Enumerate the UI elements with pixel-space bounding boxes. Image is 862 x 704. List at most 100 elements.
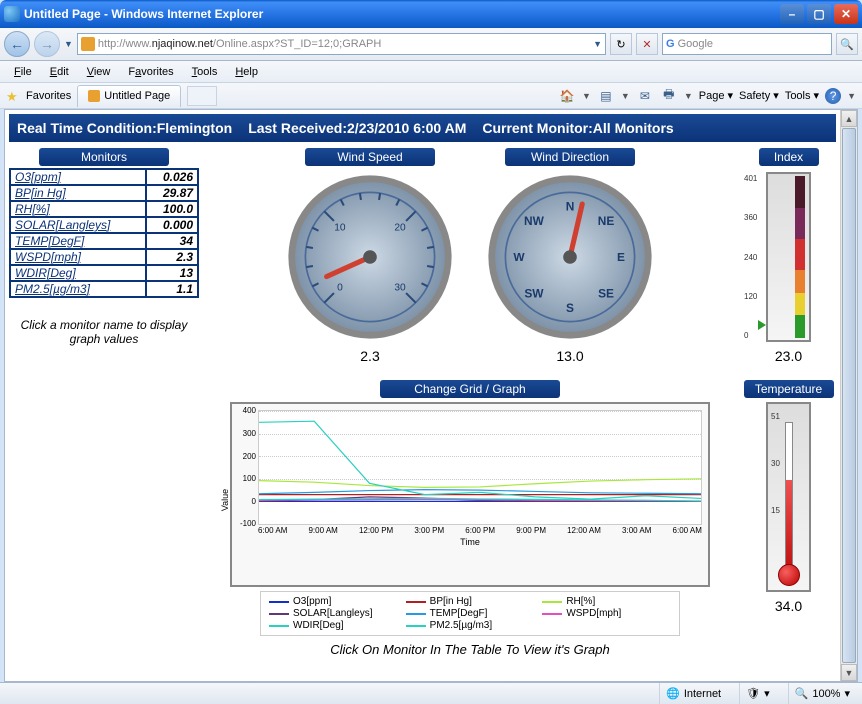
monitor-name-link[interactable]: RH[%] [10,201,146,217]
monitor-name-link[interactable]: BP[in Hg] [10,185,146,201]
menu-view[interactable]: View [79,64,119,80]
scroll-down-button[interactable]: ▼ [841,664,857,681]
monitor-value: 1.1 [146,281,198,297]
statusbar: 🌐 Internet 🛡▾ 🔍 100% ▾ [0,682,862,704]
menu-edit[interactable]: Edit [42,64,77,80]
mail-icon[interactable]: ✉ [636,87,654,105]
forward-button[interactable]: → [34,31,60,57]
monitor-value: 0.000 [146,217,198,233]
help-icon[interactable]: ? [825,88,841,104]
monitors-hint: Click a monitor name to display graph va… [9,318,199,346]
legend-item: SOLAR[Langleys] [269,608,398,619]
menu-file[interactable]: File [6,64,40,80]
table-row: PM2.5[µg/m3]1.1 [10,281,198,297]
navbar: ← → ▼ http://www.njaqinow.net/Online.asp… [0,28,862,61]
maximize-button[interactable]: ▢ [807,4,831,24]
wind-speed-gauge: 0102030 [285,172,455,342]
index-value: 23.0 [775,348,802,364]
menu-help[interactable]: Help [227,64,266,80]
minimize-button[interactable]: – [780,4,804,24]
wind-speed-header: Wind Speed [305,148,435,166]
zoom-control[interactable]: 🔍 100% ▾ [788,683,856,704]
menu-tools[interactable]: Tools [184,64,226,80]
refresh-button[interactable]: ↻ [610,33,632,55]
search-bar[interactable]: G Google [662,33,832,55]
tab-favicon [88,90,100,102]
vertical-scrollbar[interactable]: ▲ ▼ [840,110,857,681]
temp-value: 34.0 [775,598,802,614]
site-favicon [81,37,95,51]
search-placeholder: Google [678,38,713,50]
svg-text:S: S [566,301,574,315]
back-button[interactable]: ← [4,31,30,57]
svg-text:W: W [513,250,525,264]
monitor-name-link[interactable]: SOLAR[Langleys] [10,217,146,233]
x-axis-label: Time [238,537,702,547]
wind-dir-header: Wind Direction [505,148,635,166]
home-icon[interactable]: 🏠 [558,87,576,105]
svg-text:NW: NW [524,214,545,228]
monitor-value: 13 [146,265,198,281]
address-bar[interactable]: http://www.njaqinow.net/Online.aspx?ST_I… [77,33,606,55]
google-icon: G [666,38,675,50]
monitor-name-link[interactable]: O3[ppm] [10,169,146,185]
table-row: O3[ppm]0.026 [10,169,198,185]
legend-item: O3[ppm] [269,596,398,607]
scroll-up-button[interactable]: ▲ [841,110,857,127]
page-menu[interactable]: Page ▾ [699,89,733,102]
search-button[interactable]: 🔍 [836,33,858,55]
index-scale: 4013602401200 [766,172,811,342]
svg-text:SE: SE [598,286,614,300]
close-button[interactable]: ✕ [834,4,858,24]
zoom-icon: 🔍 [795,687,809,700]
favorites-star-icon[interactable]: ★ [6,89,20,103]
monitor-value: 2.3 [146,249,198,265]
tools-menu[interactable]: Tools ▾ [785,89,819,102]
legend-item: TEMP[DegF] [406,608,535,619]
favorites-label[interactable]: Favorites [26,90,71,102]
legend-item: WDIR[Deg] [269,620,398,631]
monitor-value: 100.0 [146,201,198,217]
chart-area: -1000100200300400 [258,410,702,525]
wind-dir-gauge: NNEESESSWWNW [485,172,655,342]
monitors-header: Monitors [39,148,169,166]
wind-speed-value: 2.3 [360,348,379,364]
titlebar: Untitled Page - Windows Internet Explore… [0,0,862,28]
monitor-name-link[interactable]: PM2.5[µg/m3] [10,281,146,297]
status-banner: Real Time Condition:Flemington Last Rece… [9,114,836,142]
safety-menu[interactable]: Safety ▾ [739,89,779,102]
table-row: TEMP[DegF]34 [10,233,198,249]
legend-item: BP[in Hg] [406,596,535,607]
stop-button[interactable]: ✕ [636,33,658,55]
x-ticks: 6:00 AM9:00 AM12:00 PM3:00 PM6:00 PM9:00… [258,526,702,535]
index-header: Index [759,148,819,166]
monitor-value: 0.026 [146,169,198,185]
feeds-icon[interactable]: ▤ [597,87,615,105]
internet-zone[interactable]: 🌐 Internet [659,683,727,704]
svg-text:E: E [617,250,625,264]
scroll-thumb[interactable] [842,128,856,663]
monitor-name-link[interactable]: WDIR[Deg] [10,265,146,281]
svg-text:N: N [566,199,575,213]
monitor-name-link[interactable]: WSPD[mph] [10,249,146,265]
legend-item: WSPD[mph] [542,608,671,619]
table-row: SOLAR[Langleys]0.000 [10,217,198,233]
graph-hint: Click On Monitor In The Table To View it… [330,642,609,657]
legend-item: PM2.5[µg/m3] [406,620,535,631]
print-icon[interactable]: 🖶 [660,87,678,105]
temp-header: Temperature [744,380,834,398]
y-axis-label: Value [220,488,230,510]
svg-text:30: 30 [394,282,406,293]
graph-header[interactable]: Change Grid / Graph [380,380,560,398]
monitor-value: 29.87 [146,185,198,201]
browser-tab[interactable]: Untitled Page [77,85,181,107]
new-tab-button[interactable] [187,86,217,106]
svg-text:SW: SW [524,286,544,300]
chart-legend: O3[ppm]BP[in Hg]RH[%]SOLAR[Langleys]TEMP… [260,591,680,636]
shield-icon: 🛡 [746,687,760,700]
table-row: WSPD[mph]2.3 [10,249,198,265]
menu-favorites[interactable]: Favorites [120,64,181,80]
monitor-name-link[interactable]: TEMP[DegF] [10,233,146,249]
table-row: BP[in Hg]29.87 [10,185,198,201]
protected-mode[interactable]: 🛡▾ [739,683,776,704]
